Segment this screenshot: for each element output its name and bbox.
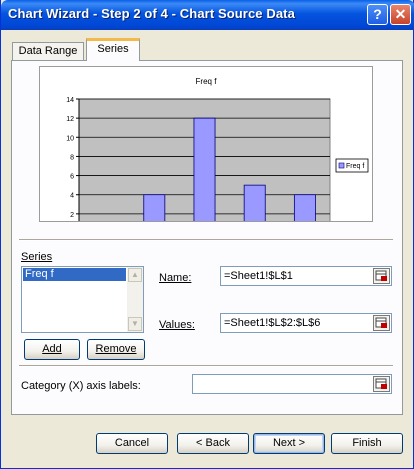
- next-button[interactable]: Next >: [253, 433, 325, 454]
- finish-button[interactable]: Finish: [331, 433, 403, 454]
- bar: [193, 117, 216, 234]
- series-tab-page: Freq f 0246810121412345Freq f Series Fre…: [11, 60, 403, 415]
- series-values-value: =Sheet1!$L$2:$L$6: [224, 317, 321, 329]
- back-button[interactable]: < Back: [177, 433, 249, 454]
- series-name-value: =Sheet1!$L$1: [224, 270, 293, 282]
- scroll-up-icon[interactable]: ▲: [128, 268, 142, 282]
- values-label: Values:: [159, 319, 195, 331]
- chart-wizard-dialog: Chart Wizard - Step 2 of 4 - Chart Sourc…: [0, 0, 414, 469]
- separator: [19, 365, 393, 367]
- add-label: Add: [42, 343, 62, 355]
- name-label: Name:: [159, 272, 192, 284]
- series-list-scrollbar[interactable]: ▲ ▼: [127, 267, 143, 332]
- series-listbox[interactable]: Freq f ▲ ▼: [21, 266, 144, 333]
- legend-swatch: [338, 162, 345, 169]
- y-tick-label: 8: [70, 154, 74, 161]
- series-name-field[interactable]: =Sheet1!$L$1: [220, 266, 392, 286]
- scroll-down-icon[interactable]: ▼: [128, 317, 142, 331]
- bar: [243, 184, 266, 234]
- add-series-button[interactable]: Add: [24, 339, 80, 360]
- help-button[interactable]: ?: [367, 4, 388, 25]
- window-title: Chart Wizard - Step 2 of 4 - Chart Sourc…: [8, 6, 295, 21]
- category-axis-field[interactable]: [192, 374, 392, 394]
- series-heading: Series: [21, 251, 53, 263]
- close-button[interactable]: ✕: [390, 4, 411, 25]
- series-values-field[interactable]: =Sheet1!$L$2:$L$6: [220, 313, 392, 333]
- tab-data-range[interactable]: Data Range: [12, 42, 84, 60]
- tab-series[interactable]: Series: [86, 38, 140, 61]
- collapse-dialog-icon[interactable]: [373, 315, 390, 331]
- y-tick-label: 10: [66, 135, 74, 142]
- cancel-button[interactable]: Cancel: [96, 433, 168, 454]
- y-tick-label: 14: [66, 97, 74, 104]
- y-tick-label: 4: [70, 193, 74, 200]
- remove-series-button[interactable]: Remove: [87, 339, 145, 360]
- collapse-dialog-icon[interactable]: [373, 376, 390, 392]
- collapse-dialog-icon[interactable]: [373, 268, 390, 284]
- chart-preview: Freq f 0246810121412345Freq f: [39, 66, 373, 247]
- category-axis-label: Category (X) axis labels:: [21, 380, 141, 392]
- y-tick-label: 6: [70, 174, 74, 181]
- bar: [293, 194, 316, 234]
- bar: [143, 194, 166, 234]
- legend-label: Freq f: [346, 163, 364, 170]
- separator: [19, 239, 393, 241]
- chart-svg: 0246810121412345Freq f: [66, 97, 369, 247]
- y-tick-label: 2: [70, 212, 74, 219]
- chart-title: Freq f: [195, 77, 217, 86]
- title-bar[interactable]: Chart Wizard - Step 2 of 4 - Chart Sourc…: [1, 0, 414, 30]
- remove-label: Remove: [95, 343, 137, 355]
- y-tick-label: 12: [66, 116, 74, 123]
- list-item[interactable]: Freq f: [23, 268, 126, 281]
